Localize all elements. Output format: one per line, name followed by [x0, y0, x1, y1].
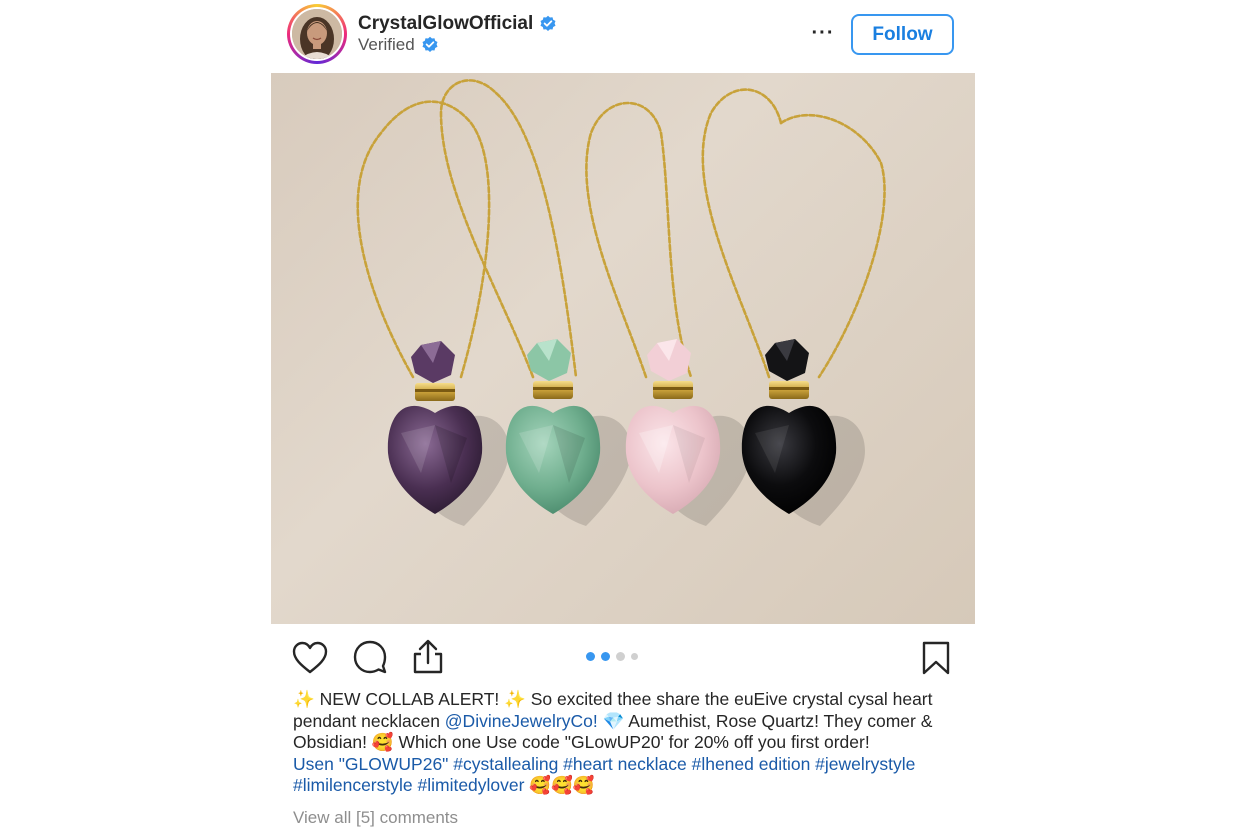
caption-text: 💎 Aumethist, Rose Quartz! They comer & — [597, 710, 933, 731]
post-caption: ✨ NEW COLLAB ALERT! ✨ So excited thee sh… — [293, 689, 943, 797]
more-options-button[interactable]: ··· — [808, 20, 838, 50]
caption-line: pendant necklacen @DivineJewelryCo! 💎 Au… — [293, 711, 943, 733]
carousel-dot[interactable] — [616, 652, 625, 661]
caption-text: pendant necklacen — [293, 710, 445, 731]
caption-line: ✨ NEW COLLAB ALERT! ✨ So excited thee sh… — [293, 689, 943, 711]
carousel-dot[interactable] — [631, 653, 638, 660]
caption-line: Usen "GLOWUP26" #cystallealing #heart ne… — [293, 754, 943, 776]
post-photo[interactable] — [271, 73, 975, 624]
verified-subtitle: Verified — [358, 35, 439, 55]
profile-person-icon — [292, 9, 342, 59]
subtitle-text: Verified — [358, 35, 415, 54]
hashtag-links[interactable]: Usen "GLOWUP26" #cystallealing #heart ne… — [293, 754, 915, 774]
carousel-indicator — [586, 652, 638, 661]
caption-line: #limilencerstyle #limitedylover 🥰🥰🥰 — [293, 775, 943, 797]
mention-link[interactable]: @DivineJewelryCo! — [445, 711, 598, 731]
caption-text: ✨ NEW COLLAB ALERT! ✨ So excited thee sh… — [293, 689, 933, 709]
necklaces-image — [356, 79, 886, 526]
avatar-photo — [292, 9, 342, 59]
carousel-dot[interactable] — [586, 652, 595, 661]
caption-emoji: 🥰🥰🥰 — [524, 775, 595, 795]
share-icon[interactable] — [411, 638, 445, 676]
heart-icon[interactable] — [291, 640, 329, 676]
verified-badge-icon — [422, 36, 438, 53]
username[interactable]: CrystalGlowOfficial — [358, 13, 533, 35]
comment-icon[interactable] — [352, 639, 388, 675]
follow-button[interactable]: Follow — [851, 14, 954, 55]
hashtag-links[interactable]: #limilencerstyle #limitedylover — [293, 775, 524, 795]
username-row[interactable]: CrystalGlowOfficial — [358, 13, 557, 35]
avatar[interactable] — [287, 4, 347, 64]
bookmark-icon[interactable] — [920, 640, 952, 676]
view-comments-link[interactable]: View all [5] comments — [293, 808, 458, 828]
instagram-post: CrystalGlowOfficial Verified ··· Follow — [0, 0, 1248, 832]
caption-text: Obsidian! 🥰 Which one Use code "GLowUP20… — [293, 732, 870, 752]
caption-line: Obsidian! 🥰 Which one Use code "GLowUP20… — [293, 732, 943, 754]
carousel-dot[interactable] — [601, 652, 610, 661]
verified-badge-icon — [540, 15, 556, 32]
